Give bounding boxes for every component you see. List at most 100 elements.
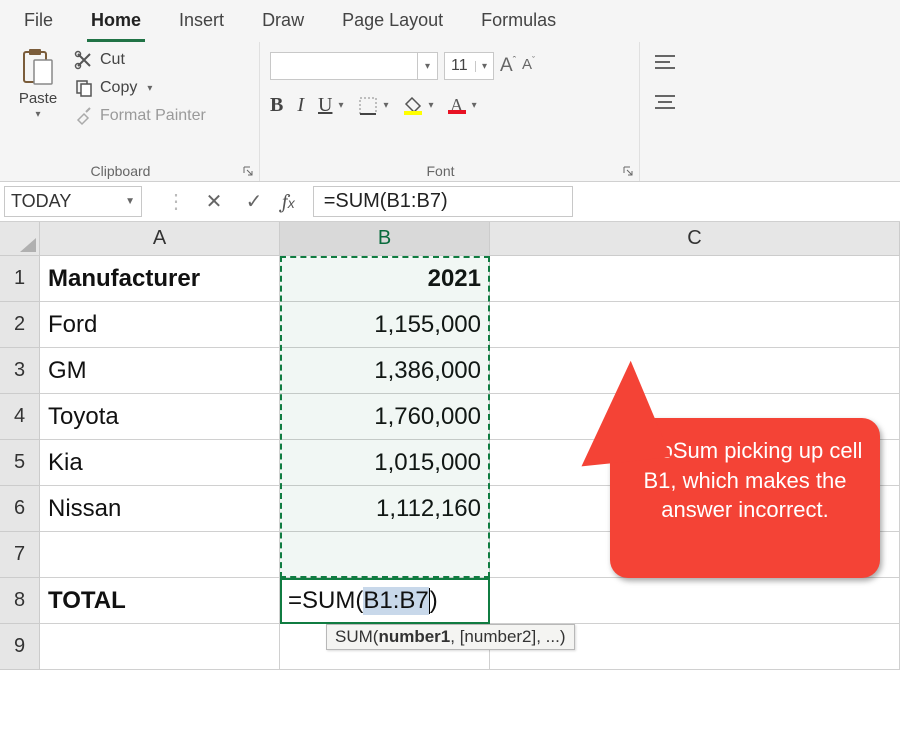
chevron-down-icon: ▾ — [472, 100, 477, 111]
align-top-button[interactable] — [652, 52, 678, 74]
cell-A2[interactable]: Ford — [40, 302, 280, 348]
paste-icon — [21, 48, 55, 88]
column-header-C[interactable]: C — [490, 222, 900, 256]
font-name-dropdown[interactable]: ▾ — [270, 52, 438, 80]
group-clipboard: Paste ▾ Cut Copy ▾ — [0, 42, 260, 181]
row-header[interactable]: 5 — [0, 440, 40, 486]
cut-button[interactable]: Cut — [74, 50, 206, 70]
copy-icon — [74, 78, 94, 98]
cell-A1[interactable]: Manufacturer — [40, 256, 280, 302]
cancel-formula-button[interactable]: ✕ — [202, 189, 226, 214]
chevron-down-icon: ▾ — [417, 53, 437, 79]
italic-button[interactable]: I — [297, 94, 304, 117]
column-header-B[interactable]: B — [280, 222, 490, 256]
cell-A8[interactable]: TOTAL — [40, 578, 280, 624]
cell-B6[interactable]: 1,112,160 — [280, 486, 490, 532]
font-dialog-launcher[interactable] — [621, 164, 635, 178]
chevron-down-icon: ▾ — [475, 61, 493, 72]
row-header[interactable]: 4 — [0, 394, 40, 440]
annotation-callout: AutoSum picking up cell B1, which makes … — [610, 418, 880, 578]
row-1: 1Manufacturer2021 — [0, 256, 900, 302]
chevron-down-icon: ▾ — [338, 100, 343, 111]
borders-button[interactable] — [358, 96, 378, 116]
copy-button[interactable]: Copy ▾ — [74, 78, 206, 98]
cell-A6[interactable]: Nissan — [40, 486, 280, 532]
chevron-down-icon: ▼ — [125, 196, 135, 207]
row-8: 8TOTAL=SUM(B1:B7) — [0, 578, 900, 624]
copy-label: Copy — [100, 79, 137, 97]
row-header[interactable]: 6 — [0, 486, 40, 532]
tab-file[interactable]: File — [20, 6, 57, 42]
tab-home[interactable]: Home — [87, 6, 145, 42]
underline-button[interactable]: U — [318, 94, 332, 117]
row-header[interactable]: 3 — [0, 348, 40, 394]
cell-A9[interactable] — [40, 624, 280, 670]
decrease-font-size-button[interactable]: Aˇ — [522, 55, 535, 77]
cell-A4[interactable]: Toyota — [40, 394, 280, 440]
tab-draw[interactable]: Draw — [258, 6, 308, 42]
bold-button[interactable]: B — [270, 94, 283, 117]
tab-page-layout[interactable]: Page Layout — [338, 6, 447, 42]
column-header-A[interactable]: A — [40, 222, 280, 256]
paste-label: Paste — [19, 90, 57, 107]
group-alignment — [640, 42, 690, 181]
row-header[interactable]: 8 — [0, 578, 40, 624]
clipboard-group-label: Clipboard — [0, 163, 241, 179]
callout-text: AutoSum picking up cell B1, which makes … — [628, 438, 863, 522]
cell-C2[interactable] — [490, 302, 900, 348]
row-header[interactable]: 2 — [0, 302, 40, 348]
format-painter-label: Format Painter — [100, 107, 206, 125]
cell-A3[interactable]: GM — [40, 348, 280, 394]
cell-A5[interactable]: Kia — [40, 440, 280, 486]
cell-B7[interactable] — [280, 532, 490, 578]
paintbrush-icon — [74, 106, 94, 126]
cell-B2[interactable]: 1,155,000 — [280, 302, 490, 348]
paste-button[interactable]: Paste ▾ — [10, 48, 66, 120]
tab-formulas[interactable]: Formulas — [477, 6, 560, 42]
chevron-down-icon: ▾ — [35, 109, 40, 120]
font-size-dropdown[interactable]: 11 ▾ — [444, 52, 494, 80]
ribbon: Paste ▾ Cut Copy ▾ — [0, 42, 900, 182]
row-2: 2Ford1,155,000 — [0, 302, 900, 348]
increase-font-size-button[interactable]: Aˆ — [500, 55, 516, 77]
cut-label: Cut — [100, 51, 125, 69]
cell-B8[interactable]: =SUM(B1:B7) — [280, 578, 490, 624]
row-header[interactable]: 7 — [0, 532, 40, 578]
group-font: ▾ 11 ▾ Aˆ Aˇ B I U ▾ ▾ ▾ — [260, 42, 640, 181]
cell-C1[interactable] — [490, 256, 900, 302]
font-size-value: 11 — [445, 57, 475, 75]
worksheet[interactable]: A B C 1Manufacturer20212Ford1,155,0003GM… — [0, 222, 900, 670]
name-box-value: TODAY — [11, 191, 71, 212]
cell-B1[interactable]: 2021 — [280, 256, 490, 302]
enter-formula-button[interactable]: ✓ — [242, 189, 266, 214]
row-3: 3GM1,386,000 — [0, 348, 900, 394]
format-painter-button[interactable]: Format Painter — [74, 106, 206, 126]
row-header[interactable]: 1 — [0, 256, 40, 302]
cell-B5[interactable]: 1,015,000 — [280, 440, 490, 486]
more-icon[interactable]: ⋮ — [166, 189, 186, 214]
scissors-icon — [74, 50, 94, 70]
cell-B4[interactable]: 1,760,000 — [280, 394, 490, 440]
cell-C3[interactable] — [490, 348, 900, 394]
ribbon-tabs: File Home Insert Draw Page Layout Formul… — [0, 0, 900, 42]
insert-function-button[interactable]: fx — [282, 190, 295, 213]
formula-bar-input[interactable]: =SUM(B1:B7) — [313, 186, 573, 217]
align-middle-button[interactable] — [652, 92, 678, 114]
clipboard-dialog-launcher[interactable] — [241, 164, 255, 178]
font-color-button[interactable]: A — [448, 98, 466, 114]
select-all-corner[interactable] — [0, 222, 40, 256]
chevron-down-icon: ▾ — [147, 83, 152, 94]
formula-bar-row: TODAY ▼ ⋮ ✕ ✓ fx =SUM(B1:B7) — [0, 182, 900, 222]
cell-C8[interactable] — [490, 578, 900, 624]
row-header[interactable]: 9 — [0, 624, 40, 670]
cell-B3[interactable]: 1,386,000 — [280, 348, 490, 394]
formula-bar-text: =SUM(B1:B7) — [324, 190, 448, 213]
cell-A7[interactable] — [40, 532, 280, 578]
chevron-down-icon: ▾ — [429, 100, 434, 111]
fill-color-button[interactable] — [403, 97, 423, 115]
chevron-down-icon: ▾ — [384, 100, 389, 111]
name-box[interactable]: TODAY ▼ — [4, 186, 142, 217]
font-group-label: Font — [260, 163, 621, 179]
function-tooltip: SUM(number1, [number2], ...) — [326, 624, 575, 650]
tab-insert[interactable]: Insert — [175, 6, 228, 42]
